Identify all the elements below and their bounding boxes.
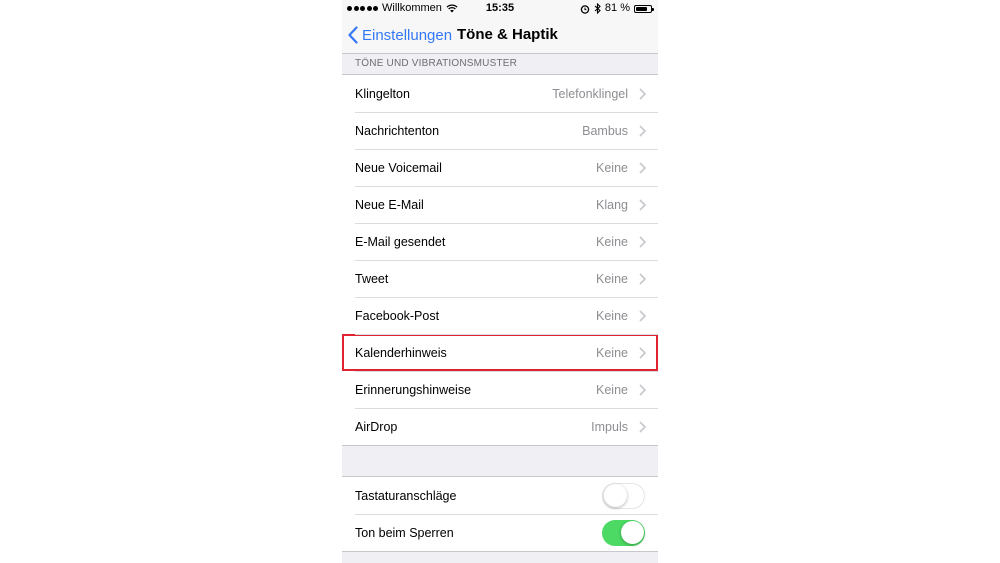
status-bar: Willkommen 15:35 81 %	[342, 0, 658, 17]
row-label: Nachrichtenton	[355, 123, 440, 138]
chevron-right-icon	[639, 235, 646, 248]
chevron-right-icon	[639, 383, 646, 396]
chevron-right-icon	[639, 198, 646, 211]
switch-knob	[620, 521, 644, 544]
sound-row-klingelton[interactable]: Klingelton Telefonklingel	[342, 75, 658, 112]
row-label: Tastaturanschläge	[355, 488, 457, 503]
battery-icon	[634, 4, 654, 13]
row-label: Tweet	[355, 271, 389, 286]
row-value: Telefonklingel	[552, 86, 628, 101]
sound-row-kalenderhinweis[interactable]: Kalenderhinweis Keine	[342, 334, 658, 371]
row-value: Keine	[596, 308, 628, 323]
row-value: Keine	[596, 345, 628, 360]
section-header: TÖNE UND VIBRATIONSMUSTER	[355, 58, 518, 69]
row-label: E-Mail gesendet	[355, 234, 446, 249]
back-button[interactable]: Einstellungen	[348, 17, 452, 53]
row-label: Kalenderhinweis	[355, 345, 447, 360]
sound-row-tweet[interactable]: Tweet Keine	[342, 260, 658, 297]
row-label: AirDrop	[355, 419, 398, 434]
row-value: Impuls	[591, 419, 628, 434]
chevron-right-icon	[639, 420, 646, 433]
sound-row-facebook-post[interactable]: Facebook-Post Keine	[342, 297, 658, 334]
row-label: Klingelton	[355, 86, 410, 101]
tastaturanschlaege-switch[interactable]	[602, 482, 645, 509]
row-value: Keine	[596, 160, 628, 175]
page-title: Töne & Haptik	[457, 26, 558, 43]
alarm-clock-icon	[580, 4, 590, 14]
row-label: Neue Voicemail	[355, 160, 442, 175]
row-value: Klang	[596, 197, 628, 212]
row-label: Facebook-Post	[355, 308, 440, 323]
chevron-right-icon	[639, 346, 646, 359]
row-value: Keine	[596, 271, 628, 286]
row-value: Keine	[596, 382, 628, 397]
toggle-list: Tastaturanschläge Ton beim Sperren	[342, 476, 658, 552]
chevron-right-icon	[639, 309, 646, 322]
sound-row-airdrop[interactable]: AirDrop Impuls	[342, 408, 658, 445]
row-value: Keine	[596, 234, 628, 249]
row-label: Ton beim Sperren	[355, 525, 454, 540]
sound-row-erinnerungshinweise[interactable]: Erinnerungshinweise Keine	[342, 371, 658, 408]
chevron-right-icon	[639, 87, 646, 100]
chevron-left-icon	[348, 26, 358, 44]
battery-percent: 81 %	[604, 2, 630, 14]
status-right: 81 %	[580, 0, 654, 17]
chevron-right-icon	[639, 161, 646, 174]
ton-beim-sperren-switch[interactable]	[602, 519, 645, 546]
sound-row-neue-e-mail[interactable]: Neue E-Mail Klang	[342, 186, 658, 223]
back-button-label: Einstellungen	[362, 26, 453, 44]
battery-fill	[636, 6, 648, 11]
bluetooth-icon	[594, 3, 601, 14]
sound-row-neue-voicemail[interactable]: Neue Voicemail Keine	[342, 149, 658, 186]
chevron-right-icon	[639, 124, 646, 137]
switch-knob	[604, 483, 627, 507]
toggle-row-ton-beim-sperren: Ton beim Sperren	[342, 514, 658, 551]
navigation-bar: Einstellungen Töne & Haptik	[342, 17, 658, 54]
chevron-right-icon	[639, 272, 646, 285]
sound-row-nachrichtenton[interactable]: Nachrichtenton Bambus	[342, 112, 658, 149]
toggle-row-tastaturanschlaege: Tastaturanschläge	[342, 477, 658, 514]
row-label: Erinnerungshinweise	[355, 382, 472, 397]
row-value: Bambus	[582, 123, 628, 138]
phone-screen: Willkommen 15:35 81 % Einstellungen Töne…	[342, 0, 658, 563]
sound-list: Klingelton Telefonklingel Nachrichtenton Ba…	[342, 74, 658, 446]
sound-row-e-mail-gesendet[interactable]: E-Mail gesendet Keine	[342, 223, 658, 260]
row-label: Neue E-Mail	[355, 197, 424, 212]
